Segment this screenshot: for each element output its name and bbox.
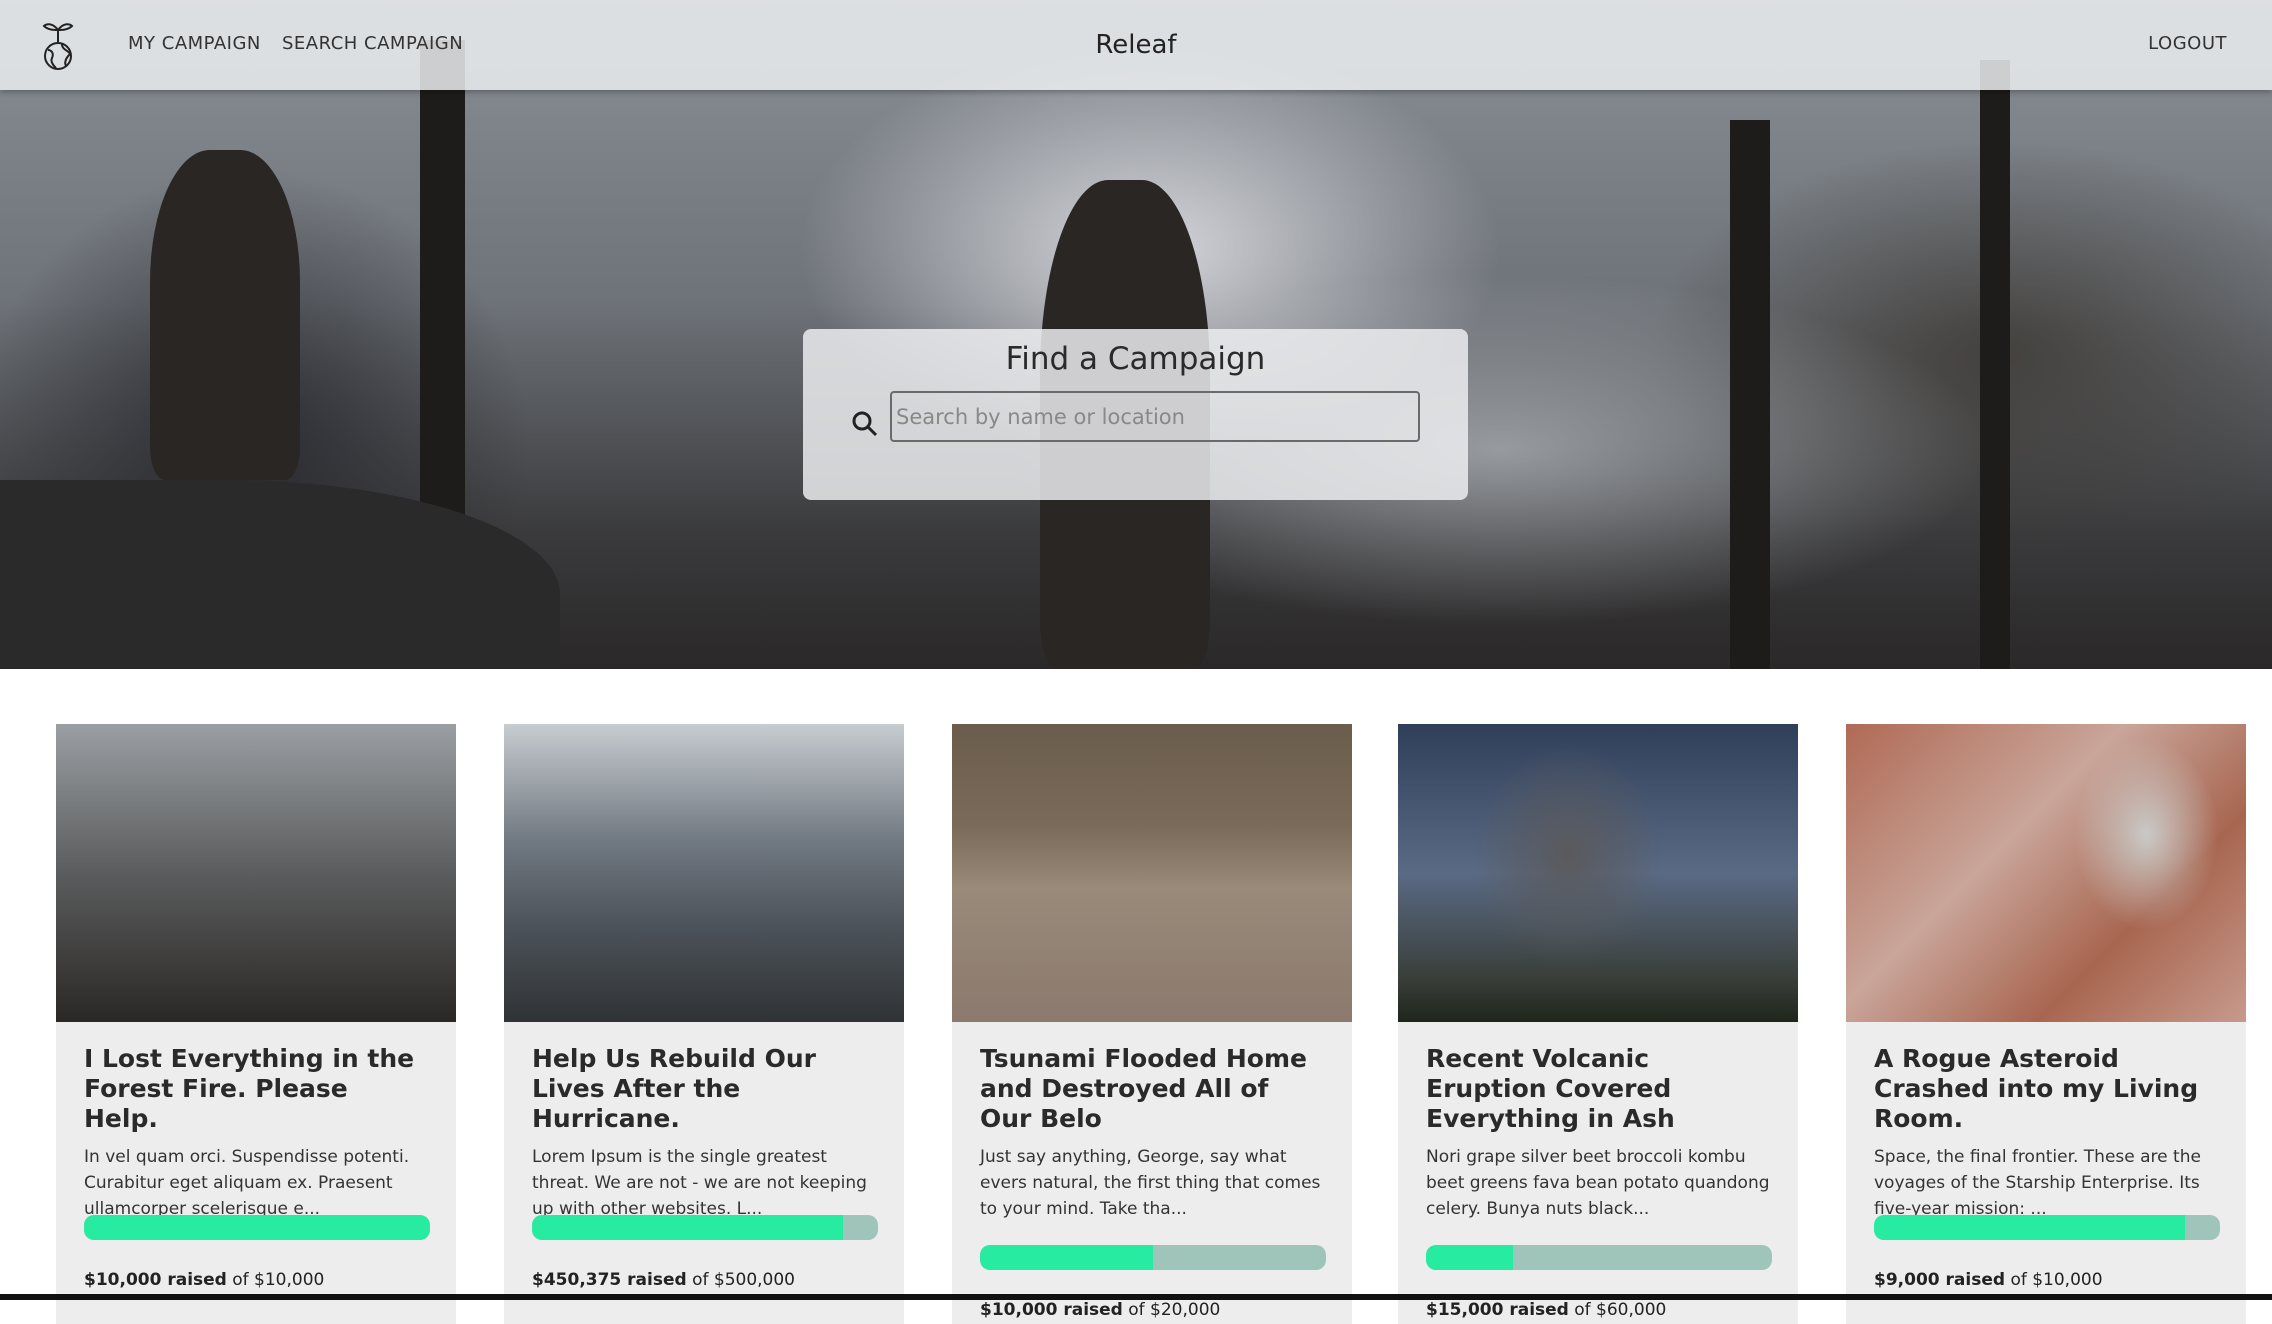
logout-button[interactable]: LOGOUT — [2148, 33, 2227, 54]
campaign-image[interactable] — [1398, 724, 1798, 1022]
raised-text: $450,375 raised of $500,000 — [532, 1270, 795, 1290]
campaign-image[interactable] — [504, 724, 904, 1022]
progress-bar — [1426, 1245, 1772, 1270]
campaign-image[interactable] — [1846, 724, 2246, 1022]
campaign-card[interactable]: A Rogue Asteroid Crashed into my Living … — [1846, 724, 2246, 1324]
brand-title: Releaf — [1095, 30, 1177, 60]
progress-fill — [84, 1215, 430, 1240]
campaign-description: Nori grape silver beet broccoli kombu be… — [1426, 1147, 1770, 1219]
goal-amount: of $10,000 — [232, 1270, 325, 1290]
hero-debris — [0, 480, 560, 669]
progress-fill — [532, 1215, 844, 1240]
progress-bar — [1874, 1215, 2220, 1240]
raised-text: $9,000 raised of $10,000 — [1874, 1270, 2103, 1290]
campaign-card[interactable]: Help Us Rebuild Our Lives After the Hurr… — [504, 724, 904, 1324]
progress-fill — [1874, 1215, 2186, 1240]
campaign-title[interactable]: Tsunami Flooded Home and Destroyed All o… — [980, 1044, 1324, 1134]
raised-amount: $10,000 raised — [84, 1270, 227, 1290]
hero-post — [1980, 60, 2010, 669]
raised-text: $10,000 raised of $20,000 — [980, 1300, 1220, 1320]
search-panel: Find a Campaign — [803, 329, 1468, 500]
progress-bar — [980, 1245, 1326, 1270]
campaign-description: Lorem Ipsum is the single greatest threa… — [532, 1147, 867, 1219]
raised-amount: $450,375 raised — [532, 1270, 687, 1290]
campaign-title[interactable]: A Rogue Asteroid Crashed into my Living … — [1874, 1044, 2218, 1134]
raised-amount: $15,000 raised — [1426, 1300, 1569, 1320]
goal-amount: of $20,000 — [1128, 1300, 1221, 1320]
goal-amount: of $60,000 — [1574, 1300, 1667, 1320]
progress-bar — [84, 1215, 430, 1240]
campaign-title[interactable]: Recent Volcanic Eruption Covered Everyth… — [1426, 1044, 1770, 1134]
progress-bar — [532, 1215, 878, 1240]
campaign-title[interactable]: Help Us Rebuild Our Lives After the Hurr… — [532, 1044, 876, 1134]
campaign-description: In vel quam orci. Suspendisse potenti. C… — [84, 1147, 410, 1219]
raised-text: $10,000 raised of $10,000 — [84, 1270, 324, 1290]
top-navbar: MY CAMPAIGN SEARCH CAMPAIGN Releaf LOGOU… — [0, 0, 2272, 90]
search-input[interactable] — [890, 391, 1420, 442]
campaign-image[interactable] — [952, 724, 1352, 1022]
progress-fill — [1426, 1245, 1513, 1270]
goal-amount: of $10,000 — [2010, 1270, 2103, 1290]
campaign-description: Just say anything, George, say what ever… — [980, 1147, 1321, 1219]
campaign-title[interactable]: I Lost Everything in the Forest Fire. Pl… — [84, 1044, 428, 1134]
campaign-card[interactable]: I Lost Everything in the Forest Fire. Pl… — [56, 724, 456, 1324]
window-bottom-edge — [0, 1294, 2272, 1300]
campaign-description: Space, the final frontier. These are the… — [1874, 1147, 2201, 1219]
raised-amount: $10,000 raised — [980, 1300, 1123, 1320]
hero-firefighter-left — [150, 150, 300, 480]
search-title: Find a Campaign — [1005, 341, 1266, 377]
search-icon — [852, 411, 878, 437]
raised-amount: $9,000 raised — [1874, 1270, 2006, 1290]
hero-post — [1730, 120, 1770, 669]
campaign-card[interactable]: Tsunami Flooded Home and Destroyed All o… — [952, 724, 1352, 1324]
goal-amount: of $500,000 — [692, 1270, 795, 1290]
raised-text: $15,000 raised of $60,000 — [1426, 1300, 1666, 1320]
progress-fill — [980, 1245, 1153, 1270]
campaign-image[interactable] — [56, 724, 456, 1022]
campaign-card[interactable]: Recent Volcanic Eruption Covered Everyth… — [1398, 724, 1798, 1324]
